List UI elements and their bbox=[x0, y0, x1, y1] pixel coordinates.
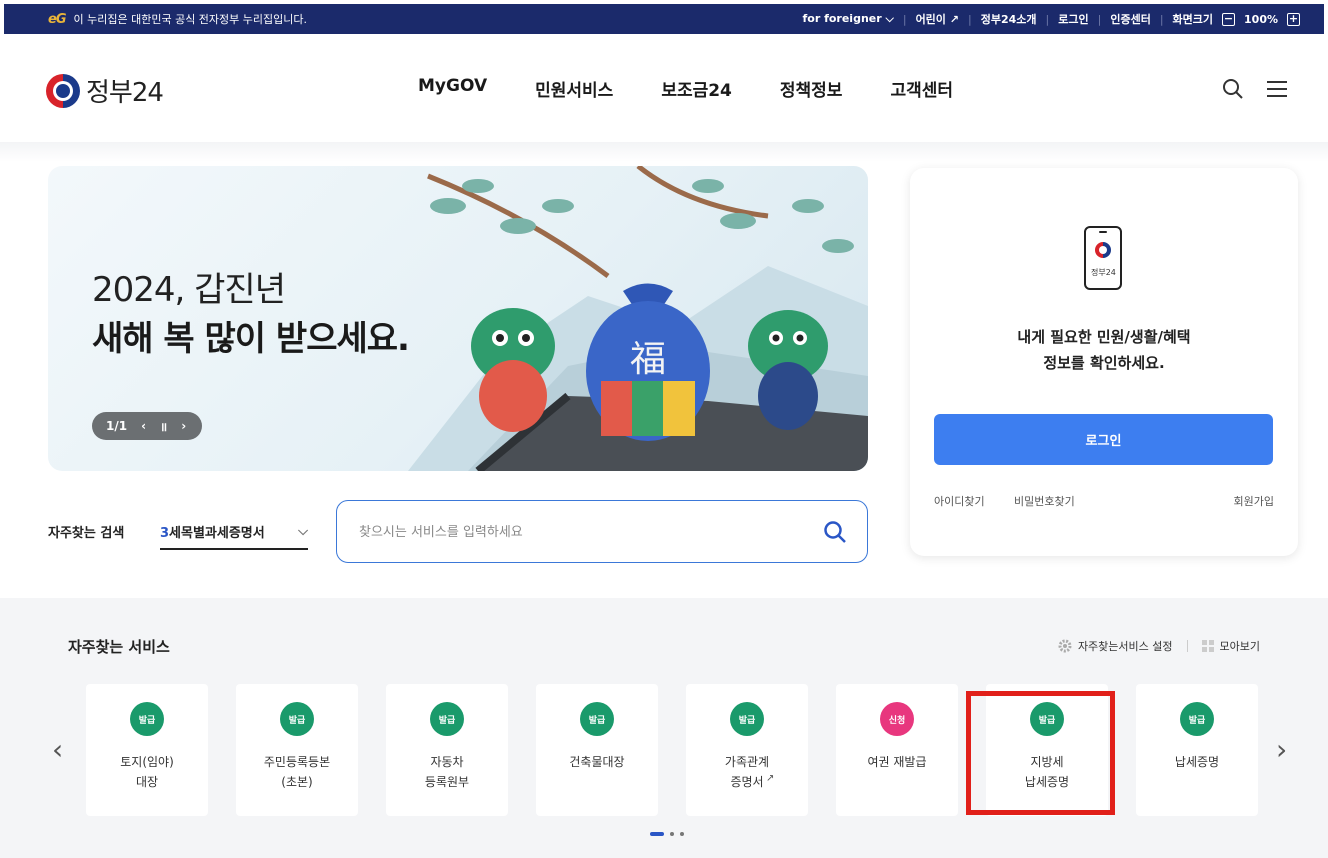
eg-logo: eG bbox=[48, 11, 66, 27]
nav-item-civil-service[interactable]: 민원서비스 bbox=[535, 76, 613, 101]
frequent-search-label: 자주찾는 검색 bbox=[48, 526, 125, 541]
gov-banner-text: 이 누리집은 대한민국 공식 전자정부 누리집입니다. bbox=[73, 13, 308, 26]
gov-banner-bar: eG 이 누리집은 대한민국 공식 전자정부 누리집입니다. for forei… bbox=[4, 4, 1324, 34]
keyword-text: 세목별과세증명서 bbox=[169, 525, 265, 541]
svg-text:福: 福 bbox=[630, 339, 666, 380]
mobile-app-icon: 정부24 bbox=[1084, 226, 1122, 290]
search-box bbox=[336, 500, 868, 563]
service-card-resident-registration[interactable]: 발급 주민등록등본 (초본) bbox=[236, 684, 358, 816]
services-prev-arrow[interactable]: ‹ bbox=[52, 733, 63, 766]
service-name: 납세증명 bbox=[1174, 755, 1220, 769]
screen-size-label: 화면크기 bbox=[1172, 13, 1214, 26]
banner-pager: 1/1 ‹ ॥ › bbox=[92, 412, 202, 440]
menu-icon[interactable] bbox=[1266, 79, 1288, 99]
about-link[interactable]: 정부24소개 bbox=[981, 11, 1037, 27]
banner-pause-button[interactable]: ॥ bbox=[160, 418, 167, 435]
issue-badge: 발급 bbox=[580, 702, 614, 736]
service-name: 주민등록등본 (초본) bbox=[263, 755, 331, 789]
services-next-arrow[interactable]: › bbox=[1276, 733, 1287, 766]
view-all-link[interactable]: 모아보기 bbox=[1201, 638, 1260, 654]
frequent-services-section: 자주찾는 서비스 자주찾는서비스 설정 모아보기 ‹ › 발급 토지(임야) 대… bbox=[0, 598, 1328, 858]
login-card: 정부24 내게 필요한 민원/생활/혜택 정보를 확인하세요. 로그인 아이디찾… bbox=[910, 168, 1298, 556]
issue-badge: 발급 bbox=[280, 702, 314, 736]
banner-title-line2: 새해 복 많이 받으세요. bbox=[92, 319, 410, 359]
carousel-dot[interactable] bbox=[670, 832, 674, 836]
issue-badge: 발급 bbox=[430, 702, 464, 736]
carousel-dots bbox=[650, 832, 684, 836]
frequent-search-row: 자주찾는 검색 3세목별과세증명서 ⌵ bbox=[48, 500, 868, 564]
service-name: 가족관계 증명서 bbox=[724, 755, 770, 789]
login-message-line2: 정보를 확인하세요. bbox=[1043, 354, 1165, 372]
service-card-land-register[interactable]: 발급 토지(임야) 대장 bbox=[86, 684, 208, 816]
zoom-in-button[interactable]: + bbox=[1287, 12, 1300, 26]
gear-icon bbox=[1058, 639, 1072, 653]
site-header: 정부24 MyGOV 민원서비스 보조금24 정책정보 고객센터 bbox=[0, 34, 1328, 142]
header-icons bbox=[1222, 78, 1288, 100]
nav-item-mygov[interactable]: MyGOV bbox=[418, 76, 487, 101]
gov-brand: eG 이 누리집은 대한민국 공식 전자정부 누리집입니다. bbox=[48, 11, 307, 27]
header-shadow bbox=[0, 142, 1328, 162]
for-foreigner-link[interactable]: for foreigner ⌵ bbox=[802, 12, 893, 26]
chevron-down-icon: ⌵ bbox=[298, 523, 308, 539]
service-name: 여권 재발급 bbox=[867, 755, 927, 769]
nav-item-subsidy[interactable]: 보조금24 bbox=[661, 76, 732, 101]
grid-icon bbox=[1201, 640, 1214, 652]
nav-item-customer-center[interactable]: 고객센터 bbox=[890, 76, 953, 101]
issue-badge: 발급 bbox=[1180, 702, 1214, 736]
keyword-rank: 3 bbox=[160, 525, 170, 541]
utility-links: for foreigner ⌵ | 어린이 ↗ | 정부24소개 | 로그인 |… bbox=[802, 11, 1300, 27]
logo-text: 정부24 bbox=[86, 78, 164, 108]
banner-title-line1: 2024, 갑진년 bbox=[92, 270, 286, 310]
login-message-line1: 내게 필요한 민원/생활/혜택 bbox=[1017, 328, 1191, 346]
external-link-icon: ↗ bbox=[949, 13, 959, 26]
service-card-building-register[interactable]: 발급 건축물대장 bbox=[536, 684, 658, 816]
search-input[interactable] bbox=[359, 521, 799, 543]
services-settings-link[interactable]: 자주찾는서비스 설정 bbox=[1058, 638, 1173, 654]
find-password-link[interactable]: 비밀번호찾기 bbox=[1014, 493, 1075, 509]
login-button[interactable]: 로그인 bbox=[934, 414, 1273, 465]
main-banner[interactable]: 福 2024, 갑진년 새해 복 많이 받으세요. 1/1 ‹ ॥ › bbox=[48, 166, 868, 471]
apply-badge: 신청 bbox=[880, 702, 914, 736]
issue-badge: 발급 bbox=[130, 702, 164, 736]
kids-link[interactable]: 어린이 ↗ bbox=[916, 11, 959, 27]
phone-label: 정부24 bbox=[1091, 268, 1116, 277]
banner-page-count: 1/1 bbox=[106, 419, 128, 433]
top-login-link[interactable]: 로그인 bbox=[1058, 11, 1088, 27]
nav-item-policy[interactable]: 정책정보 bbox=[780, 76, 843, 101]
service-name: 건축물대장 bbox=[569, 755, 625, 769]
section-options: 자주찾는서비스 설정 모아보기 bbox=[1058, 638, 1260, 654]
auth-center-link[interactable]: 인증센터 bbox=[1110, 11, 1150, 27]
signup-link[interactable]: 회원가입 bbox=[1234, 493, 1274, 509]
frequent-keyword-select[interactable]: 3세목별과세증명서 ⌵ bbox=[160, 514, 308, 550]
service-card-tax-certificate[interactable]: 발급 납세증명 bbox=[1136, 684, 1258, 816]
carousel-dot-active[interactable] bbox=[650, 832, 664, 836]
banner-next-button[interactable]: › bbox=[181, 419, 186, 433]
site-logo[interactable]: 정부24 bbox=[46, 72, 164, 109]
search-icon[interactable] bbox=[1222, 78, 1244, 100]
taeguk-logo-icon bbox=[46, 73, 80, 108]
issue-badge: 발급 bbox=[730, 702, 764, 736]
service-name: 토지(임야) 대장 bbox=[120, 755, 174, 789]
highlight-box bbox=[966, 691, 1115, 815]
carousel-dot[interactable] bbox=[680, 832, 684, 836]
banner-illustration: 福 bbox=[408, 166, 868, 471]
banner-prev-button[interactable]: ‹ bbox=[141, 419, 146, 433]
zoom-level: 100% bbox=[1244, 12, 1278, 26]
service-card-passport-reissue[interactable]: 신청 여권 재발급 bbox=[836, 684, 958, 816]
service-name: 자동차 등록원부 bbox=[424, 755, 470, 789]
taeguk-small-icon bbox=[1095, 242, 1111, 258]
section-title: 자주찾는 서비스 bbox=[68, 638, 170, 656]
service-card-vehicle-register[interactable]: 발급 자동차 등록원부 bbox=[386, 684, 508, 816]
search-submit-icon[interactable] bbox=[823, 520, 847, 544]
service-card-family-certificate[interactable]: 발급 가족관계 증명서 ↗ bbox=[686, 684, 808, 816]
find-id-link[interactable]: 아이디찾기 bbox=[934, 493, 985, 509]
main-nav: MyGOV 민원서비스 보조금24 정책정보 고객센터 bbox=[418, 76, 953, 101]
external-link-icon: ↗ bbox=[766, 773, 775, 784]
zoom-out-button[interactable]: − bbox=[1222, 12, 1236, 26]
